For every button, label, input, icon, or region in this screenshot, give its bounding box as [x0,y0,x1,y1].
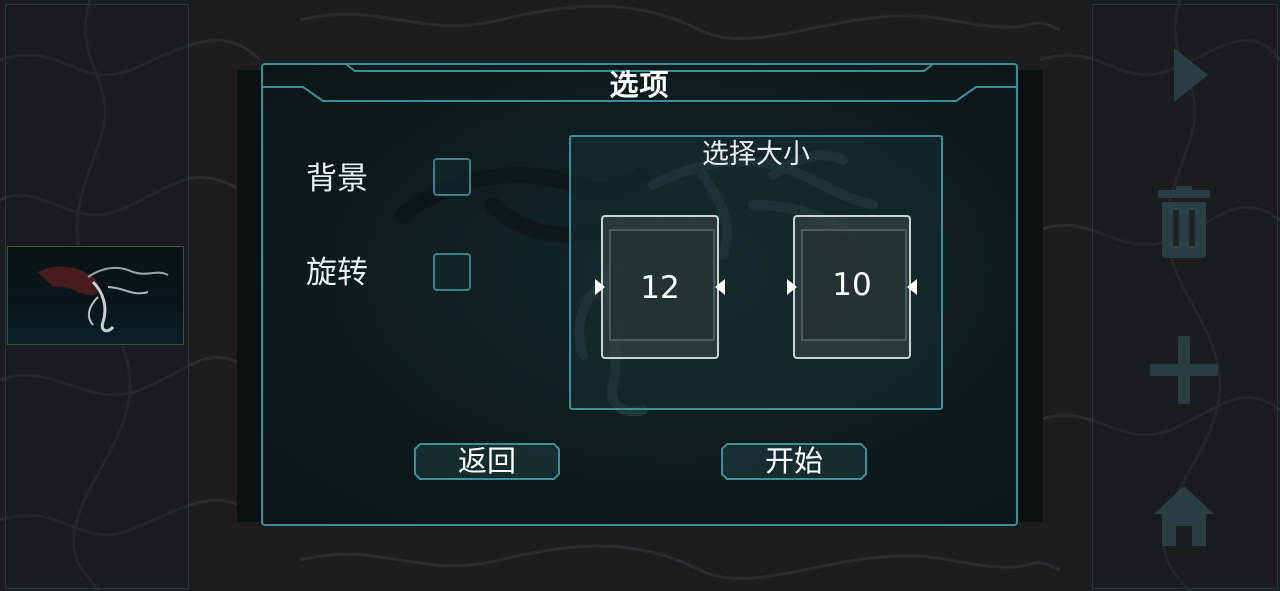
height-value: 10 [832,267,872,303]
height-increase-arrow-icon[interactable] [907,279,919,295]
puzzle-thumbnail[interactable] [7,246,184,345]
size-panel-title: 选择大小 [702,139,810,170]
rotate-option-label: 旋转 [306,255,368,291]
background-option-label: 背景 [306,161,368,197]
plus-icon[interactable] [1150,336,1218,404]
width-value: 12 [640,270,680,306]
width-decrease-arrow-icon[interactable] [593,279,605,295]
trash-icon[interactable] [1156,186,1212,258]
start-button-label: 开始 [764,444,823,478]
background-checkbox[interactable] [433,158,471,196]
width-increase-arrow-icon[interactable] [715,279,727,295]
size-selector-panel: 选择大小 12 10 [569,135,943,410]
start-button[interactable]: 开始 [721,443,867,480]
back-button[interactable]: 返回 [414,443,560,480]
dialog-title: 选项 [609,68,670,102]
height-decrease-arrow-icon[interactable] [785,279,797,295]
options-dialog: 选项 背景 旋转 选择大小 12 10 返回 开始 [261,63,1018,526]
play-icon[interactable] [1170,46,1212,104]
width-picker[interactable]: 12 [601,215,719,359]
back-button-label: 返回 [457,444,516,478]
height-picker[interactable]: 10 [793,215,911,359]
home-icon[interactable] [1152,484,1216,548]
dragon-image [38,266,169,333]
rotate-checkbox[interactable] [433,253,471,291]
